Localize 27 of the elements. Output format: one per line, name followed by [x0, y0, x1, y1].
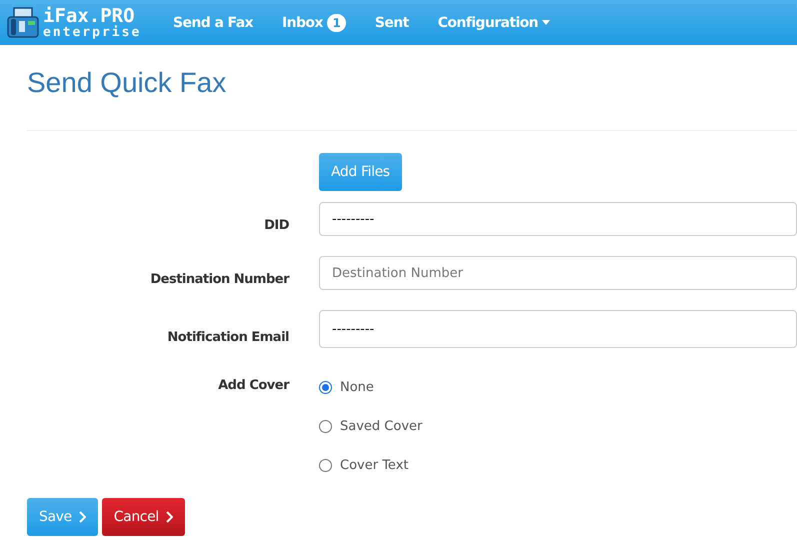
- field-label: DID: [263, 218, 289, 235]
- radio-label: Cover Text: [340, 458, 408, 473]
- field-label: Destination Number: [149, 272, 289, 289]
- radio-label: Saved Cover: [340, 419, 422, 434]
- chevron-right-icon: [78, 511, 86, 523]
- caret-icon: [542, 20, 550, 25]
- radio-option[interactable]: None: [319, 368, 797, 407]
- radio-button[interactable]: [319, 459, 332, 472]
- select-field[interactable]: ---------: [319, 202, 797, 236]
- radio-label: None: [340, 380, 374, 395]
- input-field[interactable]: Destination Number: [319, 256, 797, 290]
- fax-machine-icon: [6, 6, 40, 40]
- radio-option[interactable]: Cover Text: [319, 446, 797, 485]
- field-label: Notification Email: [166, 330, 289, 347]
- chevron-right-icon: [164, 511, 173, 523]
- radio-button[interactable]: [319, 381, 332, 394]
- radio-button[interactable]: [319, 420, 332, 433]
- nav-link-label: Inbox: [282, 14, 323, 30]
- brand-subtitle: enterprise: [43, 26, 142, 38]
- cancel-button[interactable]: Cancel: [102, 498, 185, 536]
- nav-link[interactable]: Inbox 1: [282, 14, 346, 32]
- radio-option[interactable]: Saved Cover: [319, 407, 797, 446]
- select-field[interactable]: ---------: [319, 310, 797, 348]
- brand-name: iFax.PRO: [43, 6, 135, 26]
- count-badge: 1: [326, 14, 346, 32]
- field-label: Add Cover: [217, 378, 289, 395]
- page-title: Send Quick Fax: [27, 67, 228, 100]
